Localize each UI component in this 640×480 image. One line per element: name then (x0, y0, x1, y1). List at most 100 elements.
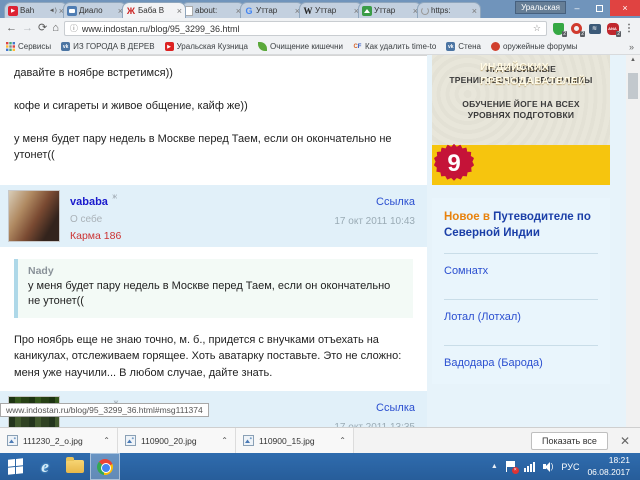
page-icon (185, 6, 193, 16)
cf-icon: CF (353, 42, 362, 51)
download-menu-icon[interactable]: ⌃ (103, 436, 110, 445)
action-center-flag-icon[interactable]: × (506, 461, 516, 472)
scrollbar[interactable]: ▲ (626, 55, 640, 427)
sidebar-link-lothal[interactable]: Лотал (Лотхал) (444, 299, 598, 334)
avatar[interactable] (8, 190, 60, 242)
clock[interactable]: 18:21 06.08.2017 (587, 455, 634, 477)
post-paragraph: кофе и сигареты и живое общение, кайф же… (14, 99, 413, 115)
post-body-vababa: Nady у меня будет пару недель в Москве п… (0, 247, 427, 391)
indostan-icon: Ж (126, 6, 136, 16)
maximize-button[interactable] (588, 0, 610, 16)
tab-video[interactable]: ▶ Bah ◄) × (4, 2, 68, 18)
post-paragraph: давайте в ноябре встретимся)) (14, 66, 413, 82)
sidebar-link-vadodara[interactable]: Вадодара (Барода) (444, 345, 598, 380)
sidebar-link-somnath[interactable]: Сомнатх (444, 253, 598, 288)
minimize-button[interactable]: – (566, 0, 588, 16)
post-meta: Ссылка 17 окт 2011 10:43 (334, 190, 419, 242)
internet-explorer-icon: e (41, 457, 49, 477)
post-paragraph: Про ноябрь еще не знаю точно, м. б., при… (14, 332, 413, 382)
home-icon[interactable]: ⌂ (52, 23, 59, 34)
forward-icon[interactable]: → (22, 23, 33, 34)
reload-icon[interactable]: ⟳ (38, 23, 47, 34)
shield-extension-icon[interactable]: 2 (552, 22, 565, 35)
tab-title: about: (195, 6, 234, 15)
permalink[interactable]: Ссылка (376, 196, 415, 208)
bookmark-forums[interactable]: оружейные форумы (491, 42, 578, 51)
sidebar: ИНТЕНСИВНЫЕ ТРЕНИРОВОЧНЫЕ ПРОГРАММЫ ОБУЧ… (432, 55, 610, 384)
bookmark-label: Стена (458, 42, 481, 51)
bookmark-star-icon[interactable]: ☆ (533, 23, 541, 34)
quote-author: Nady (28, 265, 403, 277)
downloads-close-icon[interactable]: ✕ (620, 434, 630, 448)
download-filename: 111230_2_o.jpg (23, 436, 98, 446)
download-item[interactable]: 111230_2_o.jpg ⌃ (0, 428, 118, 453)
scrollbar-thumb[interactable] (628, 73, 638, 99)
permalink[interactable]: Ссылка (376, 402, 415, 414)
bookmark-services[interactable]: Сервисы (6, 42, 51, 51)
leaf-icon (258, 42, 267, 51)
youtube-icon: ▶ (165, 42, 174, 51)
taskbar-chrome-button[interactable] (90, 453, 120, 480)
bookmark-tooltip: Уральская (515, 1, 566, 14)
about-link[interactable]: О себе (70, 214, 334, 225)
volume-icon[interactable]: ) (543, 462, 554, 472)
tab-wikipedia[interactable]: W Уттар × (299, 2, 363, 18)
close-button[interactable]: × (610, 0, 640, 16)
google-icon: G (244, 6, 254, 16)
tab-close-icon[interactable]: × (177, 7, 182, 15)
bookmark-label: Очищение кишечни (270, 42, 343, 51)
network-signal-icon[interactable] (524, 462, 535, 472)
back-icon[interactable]: ← (6, 23, 17, 34)
scroll-up-icon[interactable]: ▲ (626, 55, 640, 65)
download-item[interactable]: 110900_20.jpg ⌃ (118, 428, 236, 453)
image-file-icon (243, 435, 254, 446)
bookmark-kuznica[interactable]: ▶ Уральская Кузница (165, 42, 248, 51)
chrome-menu-icon[interactable]: ⋮ (624, 23, 634, 34)
tab-active-baba[interactable]: Ж Баба В × (122, 2, 186, 18)
audio-speaker-icon[interactable]: ◄) (49, 8, 57, 14)
site-info-icon[interactable]: ⓘ (70, 23, 78, 34)
post-body-top: давайте в ноябре встретимся)) кофе и сиг… (0, 56, 427, 185)
bookmark-village[interactable]: vk ИЗ ГОРОДА В ДЕРЕВ (61, 42, 154, 51)
taskbar-ie-button[interactable]: e (30, 453, 60, 480)
ad-strip-text: ИНДИЙСКИХ ПРЕПОДАВАТЕЛЕЙ (480, 61, 610, 88)
stop-extension-icon[interactable]: ANA2 (606, 22, 619, 35)
tab-image[interactable]: Уттар × (358, 2, 422, 18)
url-text[interactable]: www.indostan.ru/blog/95_3299_36.html (82, 24, 529, 34)
tab-about[interactable]: about: × (181, 2, 245, 18)
language-indicator[interactable]: РУС (561, 462, 579, 472)
browser-tab-bar: ▶ Bah ◄) × Диало × Ж Баба В × about: × G… (0, 0, 640, 18)
wikipedia-icon: W (303, 6, 313, 16)
adblock-extension-icon[interactable]: 2 (570, 22, 583, 35)
tab-title: Уттар (315, 6, 352, 15)
panel-title-prefix: Новое в (444, 211, 490, 223)
download-filename: 110900_15.jpg (259, 436, 334, 446)
tab-dialog[interactable]: Диало × (63, 2, 127, 18)
tab-google[interactable]: G Уттар × (240, 2, 304, 18)
tab-close-icon[interactable]: × (472, 7, 477, 15)
username-link[interactable]: vababa (70, 196, 108, 208)
yoga-ad-banner[interactable]: ИНТЕНСИВНЫЕ ТРЕНИРОВОЧНЫЕ ПРОГРАММЫ ОБУЧ… (432, 55, 610, 185)
download-menu-icon[interactable]: ⌃ (221, 436, 228, 445)
bookmarks-overflow-icon[interactable]: » (629, 42, 634, 52)
quote-block: Nady у меня будет пару недель в Москве п… (14, 259, 413, 318)
show-all-downloads-button[interactable]: Показать все (531, 432, 608, 450)
bookmark-timeto[interactable]: CF Как удалить time-to (353, 42, 436, 51)
address-bar[interactable]: ⓘ www.indostan.ru/blog/95_3299_36.html ☆ (64, 21, 547, 36)
bookmark-wall[interactable]: vk Стена (446, 42, 481, 51)
download-menu-icon[interactable]: ⌃ (339, 436, 346, 445)
bookmark-label: оружейные форумы (503, 42, 578, 51)
bookmark-label: Сервисы (18, 42, 51, 51)
bookmark-cleanse[interactable]: Очищение кишечни (258, 42, 343, 51)
vk-chat-icon (67, 6, 77, 16)
start-button[interactable] (0, 453, 30, 480)
tab-loading[interactable]: https: × (417, 2, 481, 18)
proxy-extension-icon[interactable]: ≋ (588, 22, 601, 35)
bookmark-label: Уральская Кузница (177, 42, 248, 51)
tray-expand-icon[interactable]: ▲ (491, 463, 498, 470)
windows-logo-icon (8, 458, 23, 475)
image-file-icon (125, 435, 136, 446)
taskbar-explorer-button[interactable] (60, 453, 90, 480)
download-item[interactable]: 110900_15.jpg ⌃ (236, 428, 354, 453)
bookmark-label: Как удалить time-to (365, 42, 436, 51)
